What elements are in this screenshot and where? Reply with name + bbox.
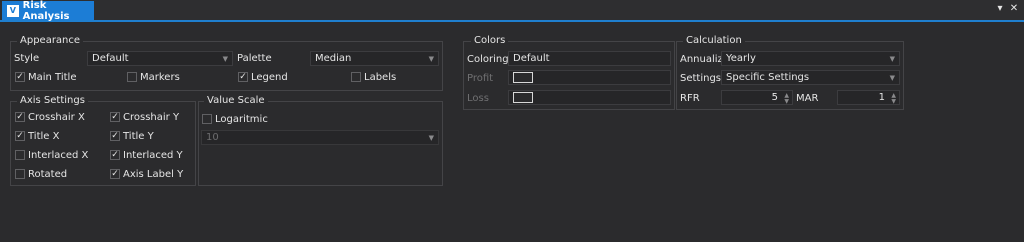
settings-label: Settings (680, 73, 722, 84)
palette-select-value: Median (315, 53, 352, 64)
crosshair-y-label: Crosshair Y (123, 112, 180, 123)
style-label: Style (14, 53, 40, 64)
value-scale-group-title: Value Scale (204, 95, 268, 106)
style-select-value: Default (92, 53, 129, 64)
log-base-value: 10 (206, 132, 219, 143)
close-icon[interactable]: ✕ (1008, 3, 1020, 15)
mar-label: MAR (796, 93, 819, 104)
rotated-label: Rotated (28, 169, 68, 180)
legend-label: Legend (251, 72, 288, 83)
settings-select[interactable]: Specific Settings ▼ (721, 70, 900, 85)
profit-color-picker[interactable] (508, 70, 671, 85)
interlaced-x-checkbox[interactable] (15, 150, 25, 160)
colors-group-title: Colors (471, 35, 509, 46)
logaritmic-checkbox[interactable] (202, 114, 212, 124)
axis-label-y-label: Axis Label Y (123, 169, 184, 180)
rfr-spinner[interactable]: 5 ▲ ▼ (721, 90, 793, 105)
tab-risk-analysis[interactable]: V Risk Analysis (2, 0, 94, 22)
interlaced-x-label: Interlaced X (28, 150, 89, 161)
palette-select[interactable]: Median ▼ (310, 51, 439, 66)
labels-label: Labels (364, 72, 397, 83)
coloring-select-value: Default (513, 53, 550, 64)
mar-spinner[interactable]: 1 ▲ ▼ (837, 90, 900, 105)
style-select[interactable]: Default ▼ (87, 51, 233, 66)
markers-checkbox[interactable] (127, 72, 137, 82)
crosshair-x-label: Crosshair X (28, 112, 85, 123)
title-y-label: Title Y (123, 131, 154, 142)
annualize-select-value: Yearly (726, 53, 756, 64)
spin-down-icon[interactable]: ▼ (891, 99, 896, 105)
profit-color-swatch (513, 72, 533, 83)
legend-checkbox[interactable]: ✓ (238, 72, 248, 82)
profit-label: Profit (467, 73, 494, 84)
loss-label: Loss (467, 93, 489, 104)
spin-down-icon[interactable]: ▼ (784, 99, 789, 105)
title-bar (0, 0, 1024, 22)
annualize-select[interactable]: Yearly ▼ (721, 51, 900, 66)
coloring-select[interactable]: Default (508, 51, 671, 66)
crosshair-x-checkbox[interactable]: ✓ (15, 112, 25, 122)
palette-label: Palette (237, 53, 272, 64)
loss-color-swatch (513, 92, 533, 103)
loss-color-picker[interactable] (508, 90, 671, 105)
main-title-label: Main Title (28, 72, 77, 83)
chevron-down-icon: ▼ (222, 55, 228, 63)
title-y-checkbox[interactable]: ✓ (110, 131, 120, 141)
log-base-select[interactable]: 10 ▼ (201, 130, 439, 145)
dropdown-arrow-icon[interactable]: ▾ (994, 3, 1006, 15)
coloring-label: Coloring (467, 54, 509, 65)
axis-settings-group-title: Axis Settings (17, 95, 88, 106)
title-x-label: Title X (28, 131, 60, 142)
markers-label: Markers (140, 72, 180, 83)
logaritmic-label: Logaritmic (215, 114, 268, 125)
interlaced-y-label: Interlaced Y (123, 150, 183, 161)
rfr-label: RFR (680, 93, 700, 104)
rotated-checkbox[interactable] (15, 169, 25, 179)
chevron-down-icon: ▼ (428, 134, 434, 142)
labels-checkbox[interactable] (351, 72, 361, 82)
rfr-value: 5 (771, 92, 778, 103)
appearance-group (10, 41, 443, 91)
calculation-group-title: Calculation (683, 35, 745, 46)
chevron-down-icon: ▼ (428, 55, 434, 63)
chevron-down-icon: ▼ (889, 55, 895, 63)
settings-select-value: Specific Settings (726, 72, 810, 83)
app-icon: V (7, 4, 19, 17)
main-title-checkbox[interactable]: ✓ (15, 72, 25, 82)
appearance-group-title: Appearance (17, 35, 84, 46)
title-x-checkbox[interactable]: ✓ (15, 131, 25, 141)
chevron-down-icon: ▼ (889, 74, 895, 82)
tab-label: Risk Analysis (22, 0, 70, 22)
interlaced-y-checkbox[interactable]: ✓ (110, 150, 120, 160)
crosshair-y-checkbox[interactable]: ✓ (110, 112, 120, 122)
axis-label-y-checkbox[interactable]: ✓ (110, 169, 120, 179)
mar-value: 1 (878, 92, 885, 103)
